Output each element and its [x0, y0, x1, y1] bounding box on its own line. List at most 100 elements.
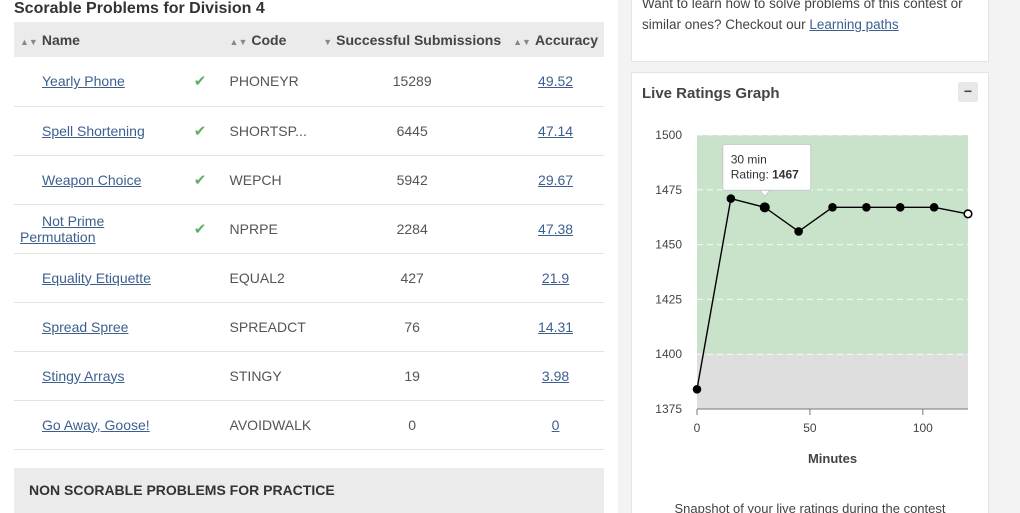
- table-row: Spell Shortening ✔ SHORTSP... 6445 47.14: [14, 106, 604, 156]
- table-row: Go Away, Goose! AVOIDWALK 0 0: [14, 400, 604, 450]
- table-row: Stingy Arrays STINGY 19 3.98: [14, 351, 604, 401]
- successful-submissions: 19: [317, 351, 508, 401]
- accuracy-link[interactable]: 29.67: [538, 172, 573, 188]
- data-point[interactable]: [794, 227, 803, 236]
- problem-code: NPRPE: [223, 204, 318, 254]
- col-submissions-header[interactable]: ▼ Successful Submissions: [317, 22, 508, 57]
- successful-submissions: 0: [317, 400, 508, 450]
- y-tick-label: 1450: [655, 238, 682, 252]
- problem-name-cell: Not Prime Permutation: [14, 204, 188, 254]
- data-point[interactable]: [759, 202, 770, 213]
- accuracy-cell: 49.52: [507, 57, 604, 107]
- problem-code: SHORTSP...: [223, 106, 318, 156]
- accuracy-cell: 14.31: [507, 302, 604, 352]
- problems-panel: Scorable Problems for Division 4 ▲▼ Name …: [0, 0, 618, 513]
- problem-link[interactable]: Not Prime Permutation: [20, 213, 104, 245]
- accuracy-cell: 3.98: [507, 351, 604, 401]
- check-icon: ✔: [193, 73, 207, 91]
- x-axis-label: Minutes: [808, 451, 857, 466]
- solved-cell: ✔: [187, 155, 224, 205]
- section-title: Scorable Problems for Division 4: [14, 0, 265, 17]
- table-row: Not Prime Permutation ✔ NPRPE 2284 47.38: [14, 204, 604, 254]
- problem-name-cell: Yearly Phone: [14, 57, 188, 107]
- col-code-header[interactable]: ▲▼ Code: [223, 22, 318, 57]
- accuracy-link[interactable]: 49.52: [538, 73, 573, 89]
- successful-submissions: 15289: [317, 57, 508, 107]
- info-line-1: Want to learn how to solve problems of t…: [642, 0, 963, 11]
- x-tick-label: 0: [694, 421, 701, 435]
- learning-info-card: Want to learn how to solve problems of t…: [631, 0, 989, 62]
- accuracy-link[interactable]: 0: [552, 417, 560, 433]
- col-solved-header: [187, 22, 224, 57]
- sort-desc-icon: ▼: [323, 36, 333, 47]
- table-header: ▲▼ Name ▲▼ Code ▼ Successful Submissions ▲▼…: [14, 22, 604, 57]
- data-point[interactable]: [726, 194, 736, 203]
- accuracy-link[interactable]: 3.98: [542, 368, 569, 384]
- non-scorable-header[interactable]: NON SCORABLE PROBLEMS FOR PRACTICE: [14, 468, 604, 513]
- live-ratings-card: Live Ratings Graph − 1375 1400 1425 1450 147…: [631, 72, 989, 513]
- sort-icon: ▲▼: [20, 36, 38, 47]
- successful-submissions: 427: [317, 253, 508, 303]
- solved-cell: ✔: [187, 106, 224, 156]
- problem-link[interactable]: Equality Etiquette: [20, 270, 151, 286]
- successful-submissions: 76: [317, 302, 508, 352]
- solved-cell: ✔: [187, 204, 224, 254]
- accuracy-link[interactable]: 47.38: [538, 221, 573, 237]
- problem-link[interactable]: Weapon Choice: [20, 172, 141, 188]
- tooltip-time: 30 min: [731, 152, 767, 166]
- successful-submissions: 2284: [317, 204, 508, 254]
- accuracy-cell: 21.9: [507, 253, 604, 303]
- successful-submissions: 5942: [317, 155, 508, 205]
- data-point[interactable]: [929, 203, 939, 212]
- table-row: Weapon Choice ✔ WEPCH 5942 29.67: [14, 155, 604, 205]
- accuracy-link[interactable]: 47.14: [538, 123, 573, 139]
- learning-paths-link[interactable]: Learning paths: [809, 17, 898, 32]
- y-tick-label: 1400: [655, 347, 682, 361]
- y-tick-label: 1375: [655, 402, 682, 416]
- solved-cell: [187, 351, 224, 401]
- solved-cell: ✔: [187, 57, 224, 107]
- data-point[interactable]: [862, 203, 871, 212]
- check-icon: ✔: [193, 122, 207, 140]
- problem-link[interactable]: Spell Shortening: [20, 123, 145, 139]
- col-accuracy-header[interactable]: ▲▼ Accuracy: [507, 22, 604, 57]
- problem-code: EQUAL2: [223, 253, 318, 303]
- solved-cell: [187, 253, 224, 303]
- data-point[interactable]: [963, 209, 973, 219]
- solved-cell: [187, 400, 224, 450]
- check-icon: ✔: [193, 220, 207, 238]
- problem-name-cell: Equality Etiquette: [14, 253, 188, 303]
- problem-code: PHONEYR: [223, 57, 318, 107]
- sort-icon: ▲▼: [229, 36, 248, 47]
- successful-submissions: 6445: [317, 106, 508, 156]
- y-tick-label: 1500: [655, 128, 682, 142]
- data-point[interactable]: [828, 203, 837, 212]
- problem-name-cell: Stingy Arrays: [14, 351, 188, 401]
- problem-code: SPREADCT: [223, 302, 318, 352]
- data-point[interactable]: [692, 384, 702, 394]
- problem-link[interactable]: Yearly Phone: [20, 73, 125, 89]
- problems-body: Yearly Phone ✔ PHONEYR 15289 49.52 Spell Shor…: [14, 57, 604, 450]
- problem-code: WEPCH: [223, 155, 318, 205]
- col-name-header[interactable]: ▲▼ Name: [14, 22, 188, 57]
- accuracy-cell: 0: [507, 400, 604, 450]
- problem-link[interactable]: Spread Spree: [20, 319, 128, 335]
- accuracy-link[interactable]: 14.31: [538, 319, 573, 335]
- accuracy-cell: 47.14: [507, 106, 604, 156]
- problem-name-cell: Spell Shortening: [14, 106, 188, 156]
- y-tick-label: 1425: [655, 292, 682, 306]
- table-row: Spread Spree SPREADCT 76 14.31: [14, 302, 604, 352]
- accuracy-link[interactable]: 21.9: [542, 270, 569, 286]
- problem-name-cell: Spread Spree: [14, 302, 188, 352]
- problem-link[interactable]: Stingy Arrays: [20, 368, 124, 384]
- problem-link[interactable]: Go Away, Goose!: [20, 417, 150, 433]
- tooltip-rating: Rating: 1467: [731, 167, 799, 181]
- data-point[interactable]: [895, 203, 905, 212]
- info-line-2: similar ones? Checkout our Learning path…: [642, 17, 899, 32]
- page-edge: [998, 0, 1020, 513]
- accuracy-cell: 47.38: [507, 204, 604, 254]
- accuracy-cell: 29.67: [507, 155, 604, 205]
- table-row: Yearly Phone ✔ PHONEYR 15289 49.52: [14, 57, 604, 107]
- problem-code: STINGY: [223, 351, 318, 401]
- rating-band: [697, 354, 968, 409]
